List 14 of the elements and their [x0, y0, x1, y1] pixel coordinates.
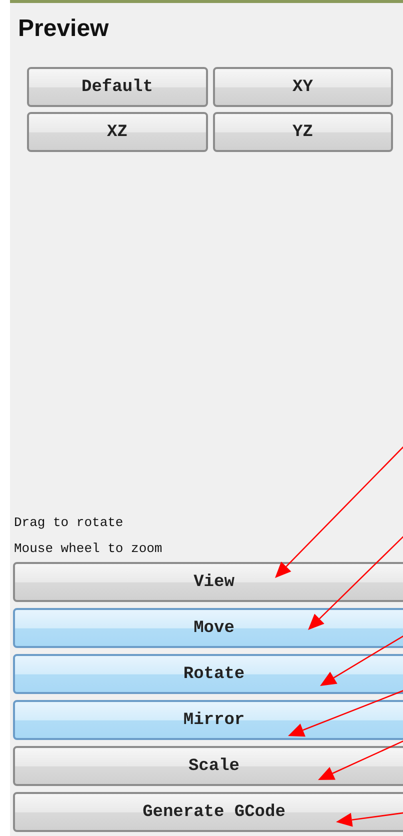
tool-button[interactable]: Move [13, 608, 403, 648]
tool-button[interactable]: Rotate [13, 654, 403, 694]
tool-button[interactable]: View [13, 562, 403, 602]
camera-preset-button[interactable]: Default [27, 67, 208, 107]
panel-title: Preview [17, 14, 109, 44]
tool-button[interactable]: Mirror [13, 700, 403, 740]
camera-preset-button[interactable]: YZ [212, 112, 393, 152]
annotation-arrow [336, 811, 403, 827]
tool-button[interactable]: Generate GCode [13, 792, 403, 832]
camera-preset-button[interactable]: XZ [27, 112, 208, 152]
hint-text: Mouse wheel to zoom [13, 540, 162, 558]
tool-button[interactable]: Scale [13, 746, 403, 786]
hint-text: Drag to rotate [13, 514, 124, 532]
camera-preset-button[interactable]: XY [212, 67, 393, 107]
